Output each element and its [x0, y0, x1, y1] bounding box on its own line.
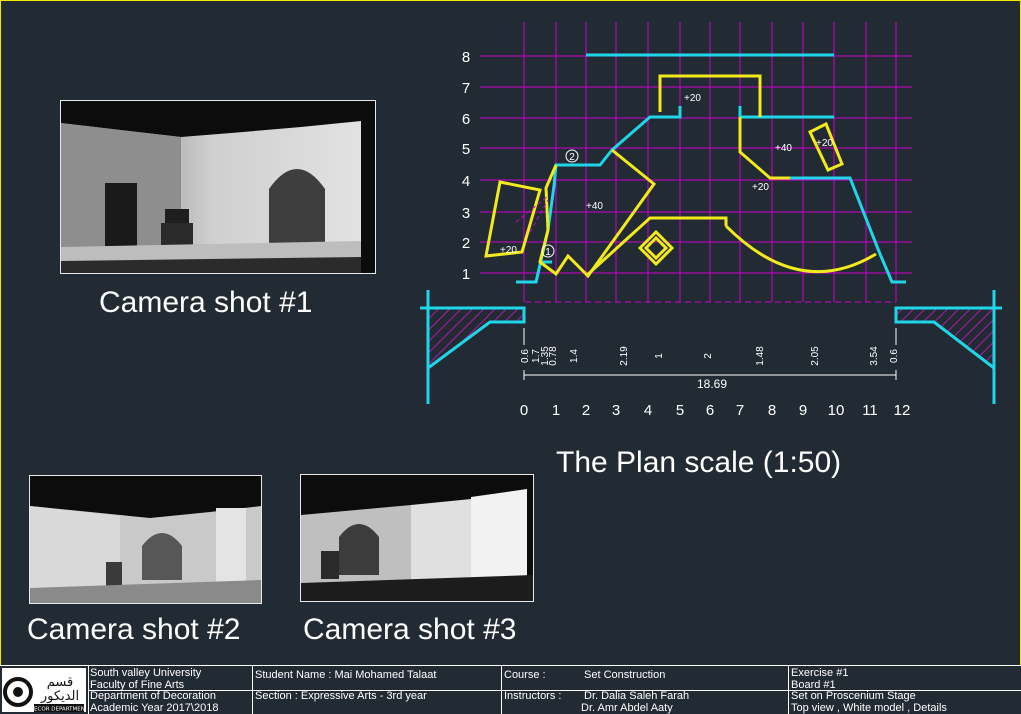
- level-label-5: +40: [586, 201, 603, 212]
- tb-subject: Set on Proscenium Stage: [791, 690, 916, 702]
- x-axis-label: 4: [644, 402, 652, 419]
- y-axis-label: 7: [462, 80, 470, 97]
- dimension-label: 0.6: [520, 349, 531, 363]
- y-axis-label: 6: [462, 111, 470, 128]
- tb-department: Department of Decoration: [90, 690, 216, 702]
- x-axis-label: 12: [894, 402, 911, 419]
- title-block: قسم الديكور DECOR DEPARTMENT South valle…: [0, 665, 1021, 714]
- dimension-label: 2.05: [810, 346, 821, 366]
- y-axis-label: 1: [462, 266, 470, 283]
- tb-academic-year: Academic Year 2017\2018: [90, 702, 219, 714]
- x-axis-label: 11: [862, 402, 878, 419]
- x-axis-label: 9: [799, 402, 807, 419]
- x-axis-label: 6: [706, 402, 714, 419]
- tb-section: Section : Expressive Arts - 3rd year: [255, 690, 427, 702]
- tb-student: Student Name : Mai Mohamed Talaat: [255, 669, 437, 681]
- tb-course-label: Course :: [504, 669, 546, 681]
- y-axis-label: 5: [462, 141, 470, 158]
- x-axis-label: 10: [828, 402, 845, 419]
- tb-exercise: Exercise #1: [791, 667, 849, 679]
- dimension-label: 0.78: [548, 346, 559, 366]
- level-label-6: +20: [500, 245, 517, 256]
- x-axis-label: 8: [768, 402, 776, 419]
- drawing-board: Camera shot #1 Camera shot #2 Camera sho…: [0, 0, 1021, 714]
- dimension-label: 2.19: [619, 346, 630, 366]
- tb-instructors-label: Instructors :: [504, 690, 562, 702]
- level-label-3: +20: [816, 138, 833, 149]
- dimension-label: 0.6: [889, 349, 900, 363]
- plan-grid: [480, 22, 912, 302]
- dimension-label: 1: [654, 353, 665, 359]
- stage-plan-drawing: 2 1 +20 +40 +20 +20 +40 +20 87654321 012…: [420, 22, 1002, 419]
- tb-university: South valley University: [90, 667, 202, 679]
- dimension-label: 2: [703, 353, 714, 359]
- dimension-label: 3.54: [869, 346, 880, 366]
- decor-department-logo: قسم الديكور DECOR DEPARTMENT: [2, 668, 86, 712]
- marker-2-label: 2: [569, 152, 575, 163]
- x-axis-label: 5: [676, 402, 684, 419]
- dimension-label: 1.48: [755, 346, 766, 366]
- tb-instructor-1: Dr. Dalia Saleh Farah: [584, 690, 690, 702]
- x-axis-label: 3: [612, 402, 620, 419]
- x-axis-label: 7: [736, 402, 744, 419]
- tb-instructor-2: Dr. Amr Abdel Aaty: [581, 702, 673, 714]
- level-label-1: +20: [684, 93, 701, 104]
- stage-outline: [420, 53, 1002, 404]
- x-axis-label: 2: [582, 402, 590, 419]
- right-wall-hatch: [896, 308, 994, 368]
- plan-title: The Plan scale (1:50): [556, 446, 842, 479]
- svg-text:الديكور: الديكور: [40, 689, 79, 704]
- svg-text:قسم: قسم: [47, 675, 73, 690]
- y-axis-label: 8: [462, 49, 470, 66]
- y-axis-label: 2: [462, 235, 470, 252]
- y-axis-label: 4: [462, 173, 470, 190]
- x-axis-label: 1: [552, 402, 560, 419]
- tb-course-value: Set Construction: [584, 669, 666, 681]
- dimension-label: 1.4: [569, 349, 580, 363]
- level-label-2: +40: [775, 143, 792, 154]
- svg-text:DECOR DEPARTMENT: DECOR DEPARTMENT: [30, 707, 86, 713]
- y-axis-label: 3: [462, 205, 470, 222]
- level-label-4: +20: [752, 182, 769, 193]
- total-width-label: 18.69: [697, 377, 727, 391]
- marker-1-label: 1: [545, 247, 551, 258]
- tb-details: Top view , White model , Details: [791, 702, 947, 714]
- x-axis-label: 0: [520, 402, 528, 419]
